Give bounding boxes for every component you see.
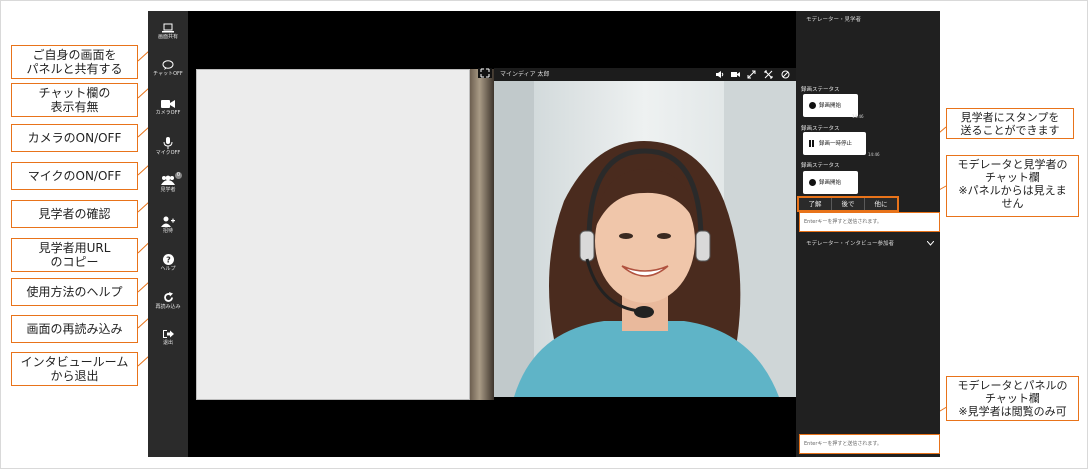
observers-button[interactable]: 0 見学者 — [148, 172, 188, 193]
icon-toolbar: 画面共有 チャットOFF カメラOFF マイクOFF 0 見学者 招待 ? ヘル… — [148, 11, 188, 457]
video-title-bar: マインディア 太郎 — [494, 68, 796, 81]
fullscreen-icon[interactable] — [747, 70, 756, 79]
callout-observers: 見学者の確認 — [11, 200, 138, 228]
callout-reload: 画面の再読み込み — [11, 315, 138, 343]
panel-chat-header[interactable]: モデレーター・インタビュー参加者 — [796, 237, 940, 251]
callout-chat-toggle: チャット欄の 表示有無 — [11, 83, 138, 117]
panel-chat-input[interactable]: Enterキーを押すと送信されます。 — [799, 434, 940, 454]
observer-chat-header[interactable]: モデレーター・見学者 — [796, 13, 940, 27]
chevron-down-icon — [927, 241, 934, 246]
participant-video — [494, 81, 796, 397]
callout-exit: インタビュールーム から退出 — [11, 352, 138, 386]
video-camera-icon[interactable] — [731, 70, 740, 79]
expand-icon[interactable] — [478, 68, 492, 78]
record-dot-icon — [809, 102, 816, 109]
reload-icon — [163, 292, 173, 302]
invite-button[interactable]: 招待 — [148, 216, 188, 234]
record-start-button[interactable]: 録画開始 — [803, 94, 858, 117]
screen-share-button[interactable]: 画面共有 — [148, 23, 188, 40]
users-icon — [161, 175, 175, 185]
callout-observer-chat-note: モデレータと見学者の チャット欄 ※パネルからは見えま せん — [946, 155, 1079, 217]
expand-icon[interactable] — [764, 70, 773, 79]
panel-edge-strip — [470, 69, 494, 400]
help-button[interactable]: ? ヘルプ — [148, 254, 188, 272]
side-chat-panel: モデレーター・見学者 録画ステータス 録画開始 14:46 録画ステータス 録画… — [796, 11, 940, 457]
observer-chat-input[interactable]: Enterキーを押すと送信されます。 — [799, 212, 940, 232]
exit-button[interactable]: 退出 — [148, 329, 188, 346]
participant-portrait-image — [494, 81, 796, 397]
chat-toggle-button[interactable]: チャットOFF — [148, 60, 188, 77]
callout-help: 使用方法のヘルプ — [11, 278, 138, 306]
chat-icon — [162, 60, 174, 70]
camera-toggle-button[interactable]: カメラOFF — [148, 99, 188, 116]
callout-stamp-note: 見学者にスタンプを 送ることができます — [946, 108, 1074, 139]
close-icon[interactable] — [781, 70, 790, 79]
svg-text:?: ? — [166, 256, 171, 265]
microphone-icon — [163, 137, 173, 149]
stamp-ok-button[interactable]: 了解 — [799, 198, 832, 210]
callout-panel-chat-note: モデレータとパネルの チャット欄 ※見学者は閲覧のみ可 — [946, 376, 1079, 421]
record-pause-button[interactable]: 録画一時停止 — [803, 132, 866, 155]
video-camera-icon — [161, 100, 175, 108]
reload-button[interactable]: 再読み込み — [148, 292, 188, 310]
callout-mic: マイクのON/OFF — [11, 162, 138, 190]
help-icon: ? — [162, 254, 174, 265]
mic-toggle-button[interactable]: マイクOFF — [148, 137, 188, 156]
add-user-icon — [161, 216, 175, 227]
callout-camera: カメラのON/OFF — [11, 124, 138, 152]
observer-count-badge: 0 — [175, 172, 182, 179]
callout-copy-url: 見学者用URL のコピー — [11, 238, 138, 272]
record-dot-icon — [809, 179, 816, 186]
callout-screen-share: ご自身の画面を パネルと共有する — [11, 45, 138, 79]
shared-screen-panel — [196, 69, 470, 400]
record-start-button-2[interactable]: 録画開始 — [803, 171, 858, 194]
stamp-later-button[interactable]: 後で — [832, 198, 865, 210]
stamp-other-button[interactable]: 他に — [865, 198, 897, 210]
stamp-buttons: 了解 後で 他に — [797, 196, 899, 212]
exit-icon — [162, 330, 174, 338]
participant-name: マインディア 太郎 — [500, 71, 550, 78]
speaker-icon[interactable] — [715, 70, 724, 79]
laptop-icon — [162, 23, 174, 33]
pause-icon — [809, 140, 811, 147]
